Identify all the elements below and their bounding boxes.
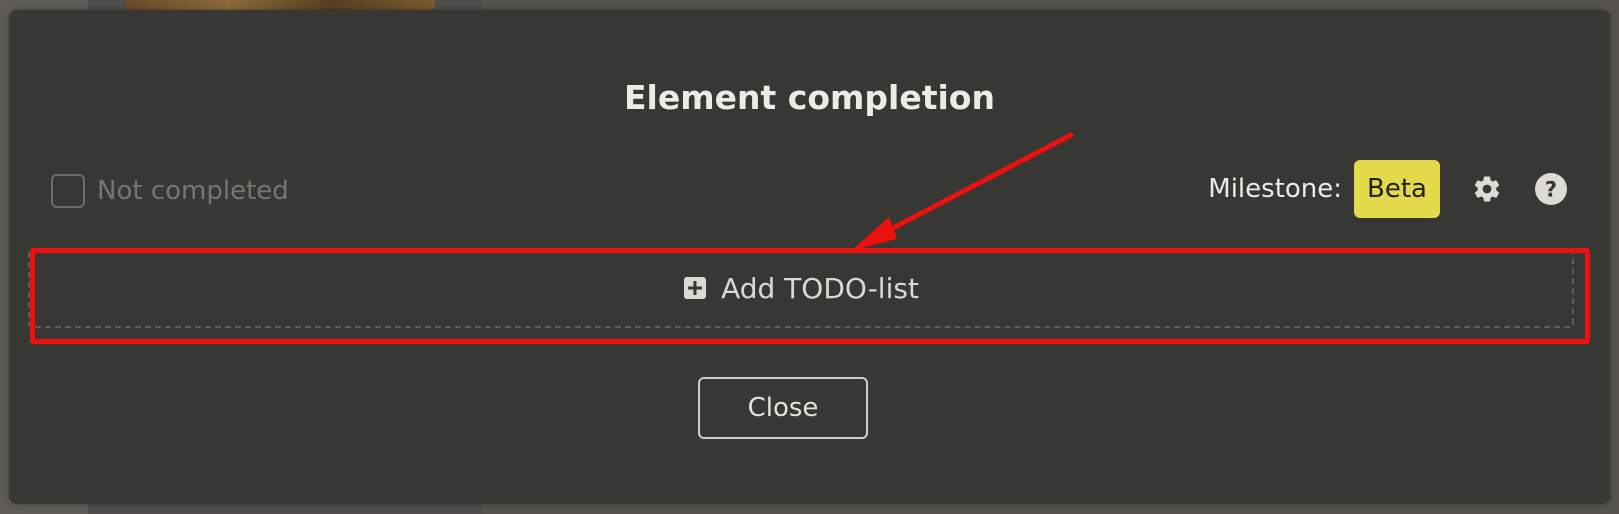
help-circle-icon[interactable]: ? <box>1534 172 1568 206</box>
milestone-label: Milestone: <box>1208 174 1343 204</box>
dialog-title: Element completion <box>624 78 995 117</box>
completion-checkbox[interactable] <box>51 174 85 208</box>
background-thumbnail <box>125 0 435 10</box>
completion-status[interactable]: Not completed <box>51 174 289 208</box>
annotation-highlight-box <box>30 248 1590 344</box>
close-button[interactable]: Close <box>698 377 868 439</box>
gear-icon[interactable] <box>1470 172 1504 206</box>
milestone-badge[interactable]: Beta <box>1354 160 1440 218</box>
milestone-row: Milestone: Beta ? <box>1208 160 1568 218</box>
completion-status-label: Not completed <box>97 176 289 206</box>
svg-text:?: ? <box>1545 178 1557 202</box>
